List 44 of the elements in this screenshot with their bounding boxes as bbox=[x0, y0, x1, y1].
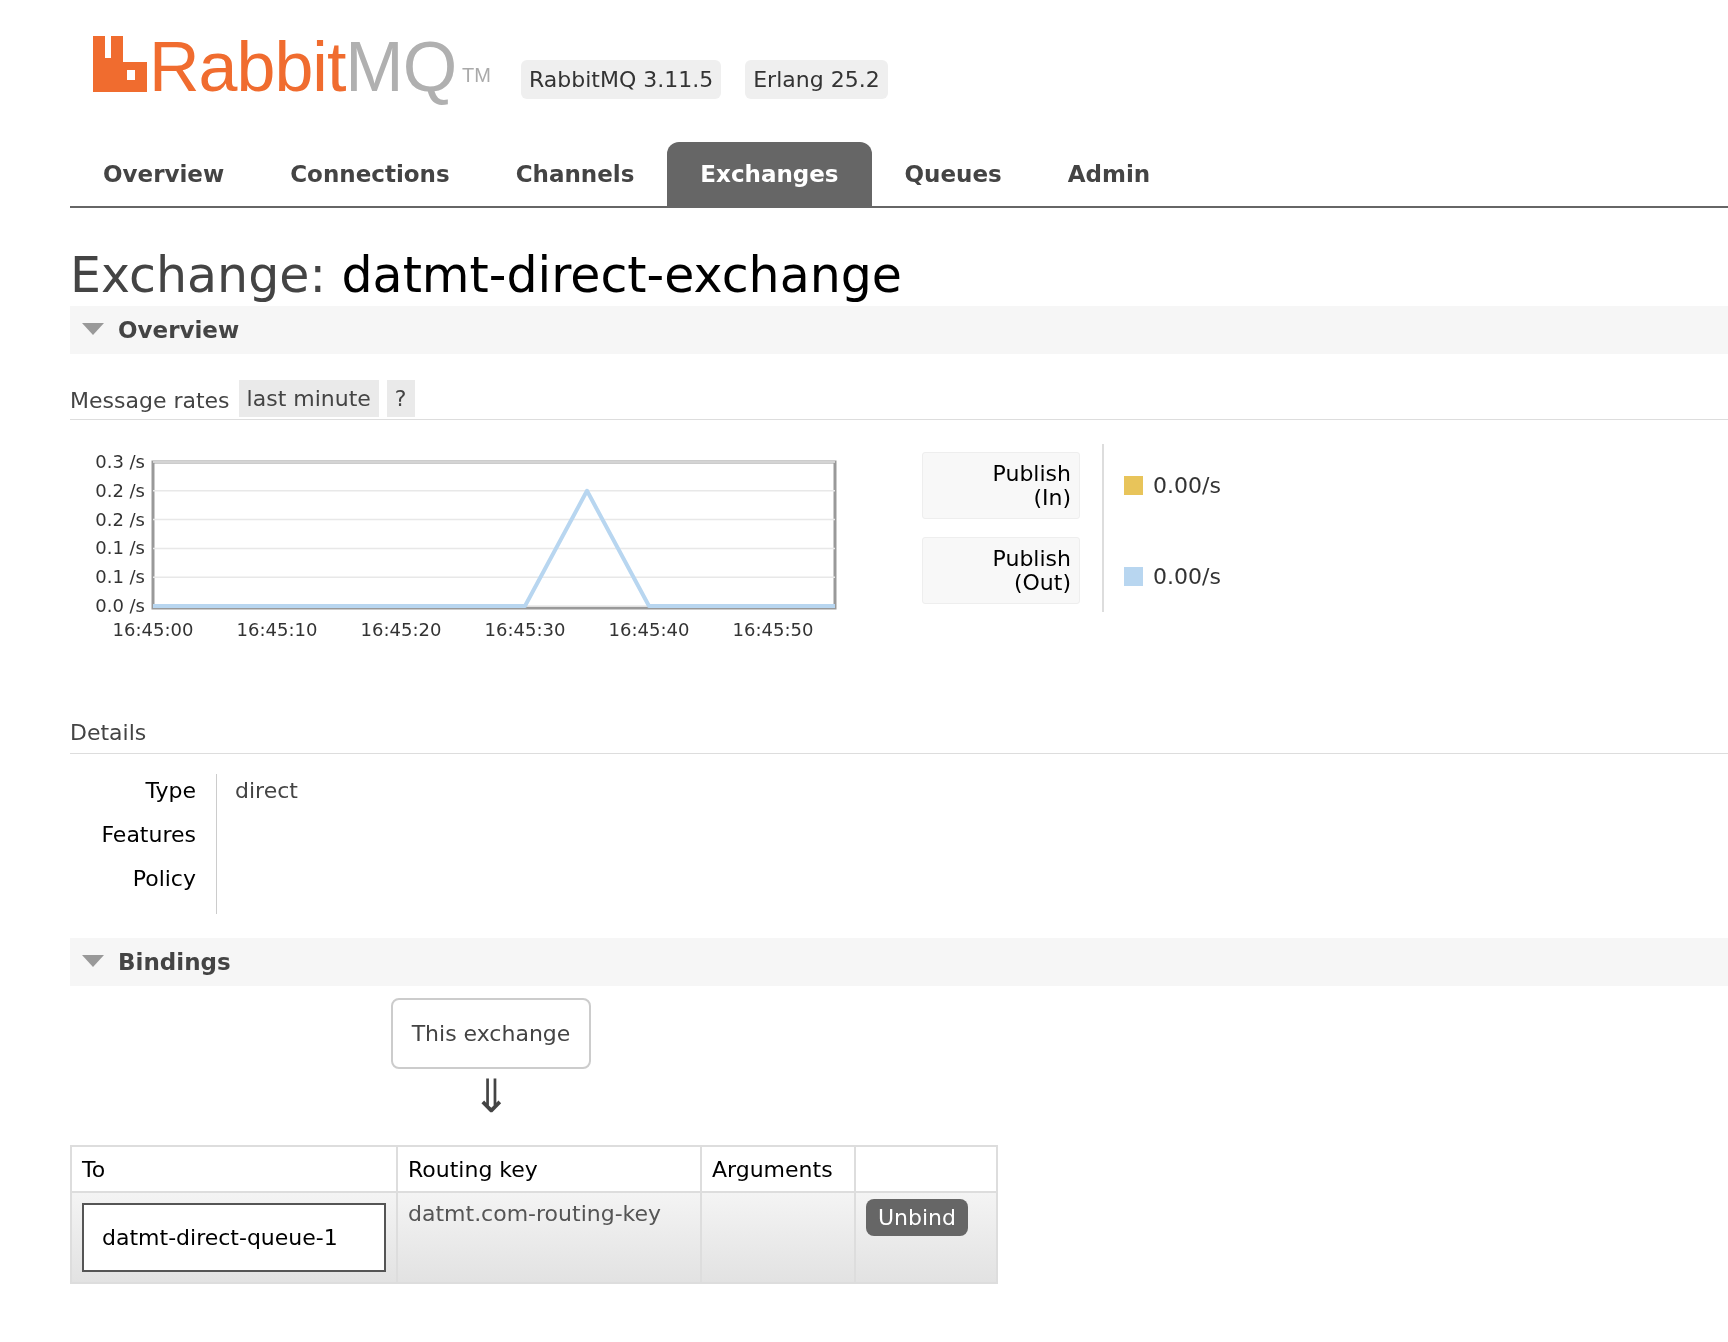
y-axis-label: 0.2 /s bbox=[95, 479, 145, 501]
y-axis-label: 0.2 /s bbox=[95, 508, 145, 530]
unbind-button[interactable]: Unbind bbox=[866, 1199, 969, 1236]
section-heading[interactable]: Bindings bbox=[118, 944, 231, 980]
version-badge: Erlang 25.2 bbox=[745, 60, 888, 99]
page-title-prefix: Exchange: bbox=[70, 247, 326, 304]
queue-link[interactable]: datmt-direct-queue-1 bbox=[82, 1203, 386, 1272]
legend-label: Publish (In) bbox=[991, 461, 1071, 510]
field-value: direct bbox=[235, 778, 298, 803]
column-header: To bbox=[71, 1146, 397, 1192]
y-axis-label: 0.0 /s bbox=[95, 595, 145, 616]
y-axis-label: 0.1 /s bbox=[95, 537, 145, 559]
field-label: Policy bbox=[131, 865, 197, 893]
nav-tab[interactable]: Channels bbox=[482, 142, 668, 206]
field-label: Type bbox=[144, 777, 197, 805]
field-label: Features bbox=[100, 821, 197, 849]
y-axis-label: 0.3 /s bbox=[95, 451, 145, 472]
nav-tab[interactable]: Connections bbox=[257, 142, 483, 206]
nav-tab[interactable]: Queues bbox=[871, 142, 1035, 206]
routing-key: datmt.com-routing-key bbox=[408, 1201, 662, 1226]
y-axis-label: 0.1 /s bbox=[95, 566, 145, 588]
section-subheading: Details bbox=[70, 716, 1728, 754]
nav-tab[interactable]: Exchanges bbox=[667, 142, 872, 206]
nav-tab[interactable]: Admin bbox=[1034, 142, 1184, 206]
x-axis-label: 16:45:40 bbox=[608, 619, 690, 640]
help-button[interactable]: ? bbox=[386, 380, 415, 417]
section-subheading: Message rates bbox=[70, 387, 230, 415]
x-axis-label: 16:45:00 bbox=[112, 619, 194, 640]
version-badge: RabbitMQ 3.11.5 bbox=[521, 60, 722, 99]
x-axis-label: 16:45:10 bbox=[236, 619, 318, 640]
exchange-name: datmt-direct-exchange bbox=[341, 247, 902, 304]
x-axis-label: 16:45:30 bbox=[484, 619, 566, 640]
range-selector[interactable]: last minute bbox=[238, 380, 379, 417]
section-heading[interactable]: Overview bbox=[118, 312, 240, 348]
x-axis-label: 16:45:20 bbox=[360, 619, 442, 640]
trademark: TM bbox=[462, 63, 491, 88]
column-header: Routing key bbox=[397, 1146, 701, 1192]
rate-value: 0.00/s bbox=[1153, 563, 1221, 591]
down-arrow-icon: ⇓ bbox=[471, 1073, 511, 1119]
exchange-node: This exchange bbox=[390, 998, 592, 1069]
legend-label: Publish (Out) bbox=[991, 546, 1071, 595]
rate-value: 0.00/s bbox=[1153, 472, 1221, 500]
x-axis-label: 16:45:50 bbox=[732, 619, 814, 640]
nav-tab[interactable]: Overview bbox=[70, 142, 258, 206]
